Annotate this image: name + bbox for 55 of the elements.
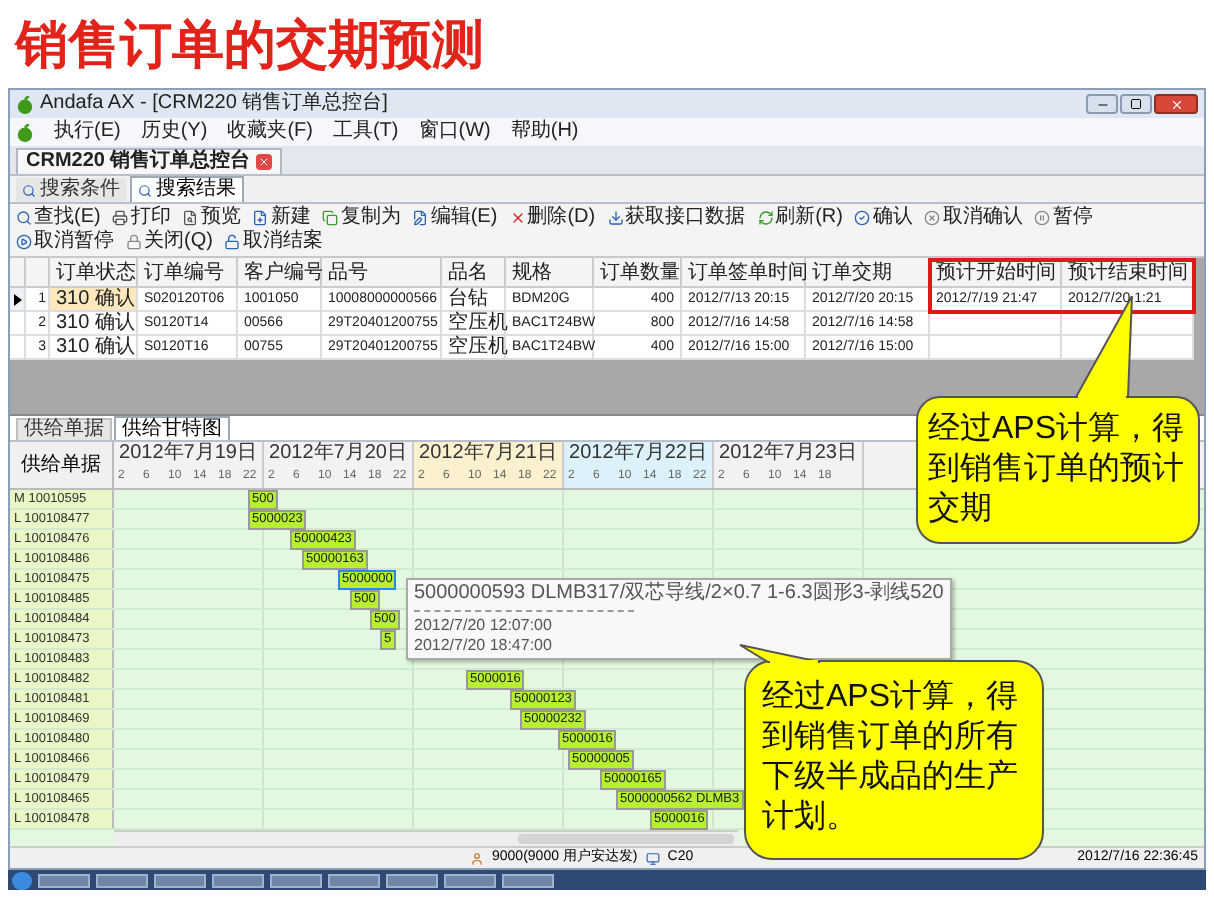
tooltip-title: 5000000593 DLMB317/双芯导线/2×0.7 1-6.3圆形3-剥线520 bbox=[414, 582, 944, 606]
menu-item[interactable]: 执行(E) bbox=[54, 120, 121, 144]
table-cell: 台钻 bbox=[442, 288, 506, 312]
tooltip-time: 2012/7/20 18:47:00 bbox=[414, 636, 552, 656]
column-header[interactable]: 订单签单时间 bbox=[682, 258, 806, 288]
window-title: Andafa AX - [CRM220 销售订单总控台] bbox=[40, 92, 388, 116]
menu-item[interactable]: 历史(Y) bbox=[140, 120, 208, 144]
slide-title: 销售订单的交期预测 bbox=[16, 11, 484, 77]
day-label: 2012年7月22日 bbox=[567, 442, 709, 466]
day-label: 2012年7月19日 bbox=[117, 442, 259, 466]
toolbar-button[interactable]: 关闭(Q) bbox=[126, 230, 213, 254]
table-cell: 310 确认 bbox=[50, 312, 138, 336]
toolbar-button[interactable]: 刷新(R) bbox=[757, 206, 843, 230]
toolbar-button[interactable]: 取消暂停 bbox=[16, 230, 114, 254]
toolbar-button[interactable]: 查找(E) bbox=[16, 206, 101, 230]
table-cell: 310 确认 bbox=[50, 336, 138, 360]
column-header[interactable]: 订单数量 bbox=[594, 258, 682, 288]
menu-item[interactable]: 窗口(W) bbox=[418, 120, 491, 144]
column-header[interactable]: 客户编号 bbox=[238, 258, 322, 288]
menu-item[interactable]: 帮助(H) bbox=[510, 120, 579, 144]
document-tab-label: CRM220 销售订单总控台 bbox=[26, 150, 251, 174]
toolbar-button[interactable]: 暂停 bbox=[1034, 206, 1093, 230]
toolbar-button[interactable]: 确认 bbox=[854, 206, 913, 230]
column-header: 供给单据 bbox=[10, 442, 114, 488]
tab[interactable]: 搜索条件 bbox=[16, 178, 126, 202]
document-tab[interactable]: CRM220 销售订单总控台 bbox=[16, 148, 283, 174]
tab[interactable]: 供给甘特图 bbox=[114, 416, 230, 440]
column-header[interactable]: 品号 bbox=[322, 258, 442, 288]
column-header[interactable]: 订单编号 bbox=[138, 258, 238, 288]
day-label: 2012年7月23日 bbox=[717, 442, 859, 466]
day-label: 2012年7月21日 bbox=[417, 442, 559, 466]
column-header[interactable]: 规格 bbox=[506, 258, 594, 288]
toolbar-button[interactable]: 编辑(E) bbox=[412, 206, 498, 230]
tooltip-time: 2012/7/20 12:07:00 bbox=[414, 616, 552, 636]
callout-bubble: 经过APS计算，得到销售订单的预计交期 bbox=[916, 396, 1200, 544]
toolbar-button[interactable]: 新建 bbox=[252, 206, 311, 230]
tab[interactable]: 搜索结果 bbox=[130, 176, 244, 202]
tab[interactable]: 供给单据 bbox=[16, 418, 112, 440]
column-header[interactable]: 品名 bbox=[442, 258, 506, 288]
column-header[interactable]: 订单交期 bbox=[806, 258, 930, 288]
table-cell: 空压机 bbox=[442, 312, 506, 336]
table-cell: 310 确认 bbox=[50, 288, 138, 312]
callout-bubble: 经过APS计算，得到销售订单的所有下级半成品的生产计划。 bbox=[744, 660, 1044, 860]
column-header[interactable]: 订单状态 bbox=[50, 258, 138, 288]
table-cell: 空压机 bbox=[442, 336, 506, 360]
toolbar-button[interactable]: 取消结案 bbox=[224, 230, 323, 254]
toolbar-button[interactable]: 预览 bbox=[182, 206, 241, 230]
menu-item[interactable]: 工具(T) bbox=[332, 120, 399, 144]
toolbar-button[interactable]: 取消确认 bbox=[924, 206, 1023, 230]
toolbar-button[interactable]: 获取接口数据 bbox=[607, 206, 746, 230]
toolbar-button[interactable]: 删除(D) bbox=[509, 206, 596, 230]
toolbar-button[interactable]: 打印 bbox=[112, 206, 171, 230]
menu-item[interactable]: 收藏夹(F) bbox=[227, 120, 313, 144]
toolbar-button[interactable]: 复制为 bbox=[322, 206, 401, 230]
day-label: 2012年7月20日 bbox=[267, 442, 409, 466]
